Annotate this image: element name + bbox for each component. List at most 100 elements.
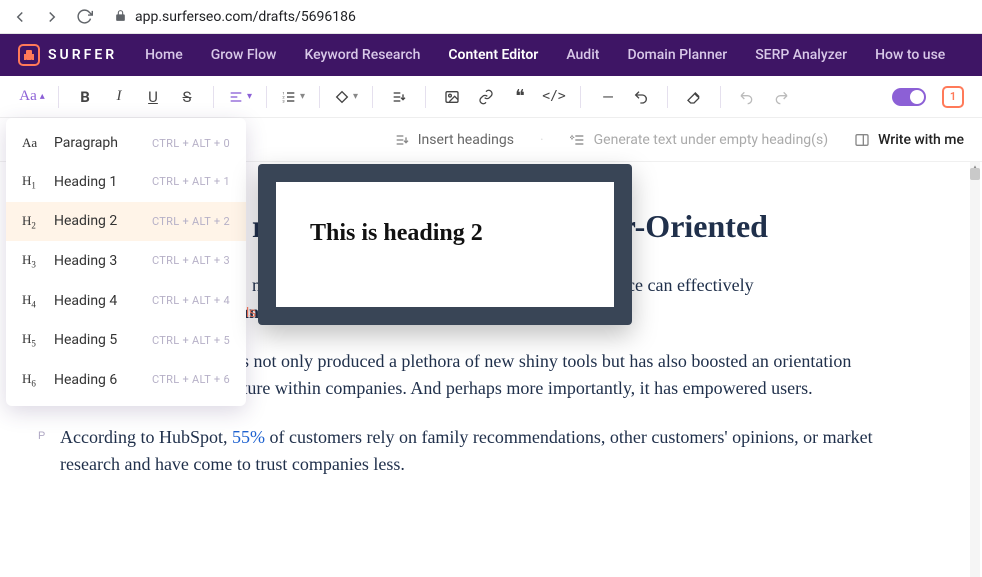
- dropdown-item-heading-6[interactable]: H6 Heading 6 CTRL + ALT + 6: [6, 360, 246, 400]
- italic-button[interactable]: I: [105, 83, 133, 111]
- hr-button[interactable]: —: [593, 83, 621, 111]
- undo-button[interactable]: [733, 83, 761, 111]
- dropdown-item-label: Paragraph: [54, 135, 118, 151]
- brand-logo[interactable]: SURFER: [18, 44, 117, 66]
- separator: [58, 86, 59, 108]
- text-style-dropdown-button[interactable]: Aa ▴: [18, 83, 46, 111]
- align-dropdown-button[interactable]: ▾: [226, 83, 254, 111]
- separator: [720, 86, 721, 108]
- underline-button[interactable]: U: [139, 83, 167, 111]
- write-with-me-label: Write with me: [878, 132, 964, 148]
- doc-link-55-percent[interactable]: 55%: [232, 427, 265, 447]
- panel-icon: [854, 132, 870, 148]
- svg-text:3: 3: [282, 98, 284, 103]
- browser-chrome: app.surferseo.com/drafts/5696186: [0, 0, 982, 34]
- separator: [372, 86, 373, 108]
- dropdown-item-paragraph[interactable]: Aa Paragraph CTRL + ALT + 0: [6, 124, 246, 162]
- h5-glyph-icon: H5: [22, 331, 44, 349]
- dropdown-item-heading-3[interactable]: H3 Heading 3 CTRL + ALT + 3: [6, 241, 246, 281]
- redo-button[interactable]: [767, 83, 795, 111]
- separator: [266, 86, 267, 108]
- nav-grow-flow[interactable]: Grow Flow: [211, 47, 277, 63]
- dropdown-item-shortcut: CTRL + ALT + 6: [152, 373, 230, 386]
- lock-icon: [114, 9, 127, 25]
- code-button[interactable]: </>: [540, 83, 568, 111]
- paragraph-marker: P: [38, 428, 45, 445]
- text-style-label: Aa: [19, 88, 37, 105]
- brand-mark-icon: [18, 44, 40, 66]
- dropdown-item-label: Heading 3: [54, 253, 117, 269]
- list-dropdown-button[interactable]: 123 ▾: [279, 83, 307, 111]
- h4-glyph-icon: H4: [22, 292, 44, 310]
- dropdown-item-heading-4[interactable]: H4 Heading 4 CTRL + ALT + 4: [6, 281, 246, 321]
- nav-audit[interactable]: Audit: [566, 47, 599, 63]
- dropdown-item-label: Heading 2: [54, 213, 117, 229]
- generate-text-button[interactable]: Generate text under empty heading(s): [570, 132, 828, 148]
- image-button[interactable]: [438, 83, 466, 111]
- nav-domain-planner[interactable]: Domain Planner: [627, 47, 727, 63]
- separator: [425, 86, 426, 108]
- browser-reload-button[interactable]: [72, 5, 96, 29]
- bold-button[interactable]: B: [71, 83, 99, 111]
- dropdown-item-shortcut: CTRL + ALT + 4: [152, 294, 230, 307]
- generate-text-label: Generate text under empty heading(s): [594, 132, 828, 148]
- h1-glyph-icon: H1: [22, 173, 44, 191]
- insert-headings-label: Insert headings: [418, 132, 514, 148]
- nav-keyword-research[interactable]: Keyword Research: [304, 47, 420, 63]
- separator: [667, 86, 668, 108]
- dropdown-item-shortcut: CTRL + ALT + 3: [152, 254, 230, 267]
- chevron-up-icon: ▴: [40, 91, 45, 102]
- format-toolbar: Aa ▴ B I U S ▾ 123 ▾ ▾ ❝ </> —: [0, 76, 982, 118]
- tag-dropdown-button[interactable]: ▾: [332, 83, 360, 111]
- brand-name: SURFER: [48, 47, 117, 63]
- eraser-button[interactable]: [680, 83, 708, 111]
- dropdown-item-heading-1[interactable]: H1 Heading 1 CTRL + ALT + 1: [6, 162, 246, 202]
- text-style-dropdown: Aa Paragraph CTRL + ALT + 0 H1 Heading 1…: [6, 118, 246, 406]
- insert-outline-button[interactable]: [385, 83, 413, 111]
- browser-url-text: app.surferseo.com/drafts/5696186: [135, 9, 356, 25]
- dropdown-item-label: Heading 5: [54, 332, 117, 348]
- browser-url-bar[interactable]: app.surferseo.com/drafts/5696186: [104, 5, 974, 29]
- nav-serp-analyzer[interactable]: SERP Analyzer: [755, 47, 847, 63]
- dropdown-item-shortcut: CTRL + ALT + 2: [152, 215, 230, 228]
- highlight-toggle[interactable]: [892, 88, 926, 106]
- scrollbar-thumb[interactable]: [970, 168, 980, 180]
- nav-how-to-use[interactable]: How to use: [875, 47, 945, 63]
- strikethrough-button[interactable]: S: [173, 83, 201, 111]
- quote-button[interactable]: ❝: [506, 83, 534, 111]
- heading-preview-inner: This is heading 2: [276, 182, 614, 307]
- counter-badge[interactable]: 1: [942, 86, 964, 108]
- dropdown-item-label: Heading 4: [54, 293, 117, 309]
- dropdown-item-heading-5[interactable]: H5 Heading 5 CTRL + ALT + 5: [6, 320, 246, 360]
- separator: [213, 86, 214, 108]
- dropdown-item-shortcut: CTRL + ALT + 1: [152, 175, 230, 188]
- dropdown-item-heading-2[interactable]: H2 Heading 2 CTRL + ALT + 2: [6, 202, 246, 242]
- nav-content-editor[interactable]: Content Editor: [448, 47, 538, 63]
- doc-paragraph[interactable]: P According to HubSpot, 55% of customers…: [60, 424, 908, 478]
- insert-headings-button[interactable]: Insert headings: [394, 132, 514, 148]
- dropdown-item-label: Heading 6: [54, 372, 117, 388]
- separator: [580, 86, 581, 108]
- write-with-me-button[interactable]: Write with me: [854, 132, 964, 148]
- h3-glyph-icon: H3: [22, 252, 44, 270]
- dropdown-item-label: Heading 1: [54, 174, 117, 190]
- link-button[interactable]: [472, 83, 500, 111]
- sparkle-list-icon: [570, 132, 586, 148]
- chevron-down-icon: ▾: [353, 91, 358, 102]
- browser-forward-button[interactable]: [40, 5, 64, 29]
- heading-preview-tooltip: This is heading 2: [258, 164, 632, 325]
- vertical-scrollbar[interactable]: ▴: [970, 162, 980, 577]
- dropdown-item-shortcut: CTRL + ALT + 5: [152, 334, 230, 347]
- dropdown-item-shortcut: CTRL + ALT + 0: [152, 137, 230, 150]
- chevron-down-icon: ▾: [300, 91, 305, 102]
- nav-home[interactable]: Home: [145, 47, 183, 63]
- heading-preview-text: This is heading 2: [310, 220, 580, 247]
- h6-glyph-icon: H6: [22, 371, 44, 389]
- separator-dot: ·: [540, 132, 544, 148]
- browser-back-button[interactable]: [8, 5, 32, 29]
- undo-link-button[interactable]: [627, 83, 655, 111]
- chevron-down-icon: ▾: [247, 91, 252, 102]
- paragraph-glyph-icon: Aa: [22, 135, 44, 151]
- counter-value: 1: [950, 90, 956, 103]
- hidden-tab-fragment: ls: [246, 304, 256, 320]
